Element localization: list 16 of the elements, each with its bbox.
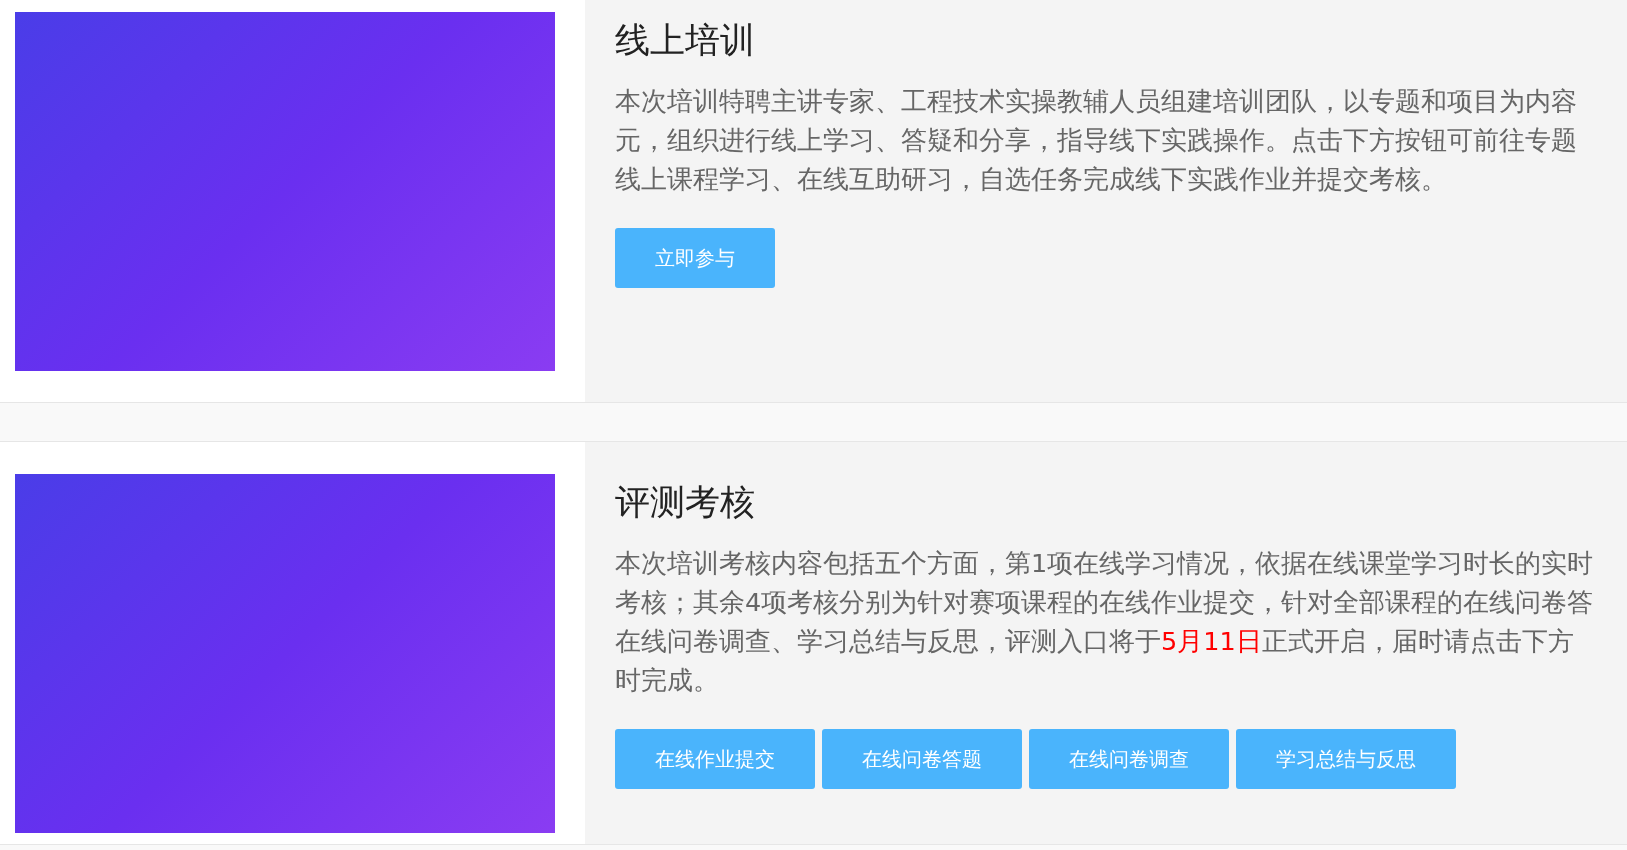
action-button[interactable]: 立即参与 [615,228,775,288]
description-text: 在线问卷调查、学习总结与反思，评测入口将于 [615,626,1161,656]
description-text: 线上课程学习、在线互助研习，自选任务完成线下实践作业并提交考核。 [615,164,1447,194]
description-text: 正式开启，届时请点击下方 [1261,626,1574,656]
action-button[interactable]: 在线作业提交 [615,729,815,789]
description-text: 本次培训考核内容包括五个方面，第1项在线学习情况，依据在线课堂学习时长的实时 [615,548,1594,578]
description-text: 考核；其余4项考核分别为针对赛项课程的在线作业提交，针对全部课程的在线问卷答 [615,587,1594,617]
description-text: 时完成。 [615,665,719,695]
description-text: 本次培训特聘主讲专家、工程技术实操教辅人员组建培训团队，以专题和项目为内容 [615,86,1577,116]
action-button[interactable]: 在线问卷答题 [822,729,1022,789]
section-title: 评测考核 [615,481,756,524]
action-button[interactable]: 在线问卷调查 [1029,729,1229,789]
description-text: 5月11日 [1161,626,1262,656]
action-button[interactable]: 学习总结与反思 [1236,729,1456,789]
description-text: 元，组织进行线上学习、答疑和分享，指导线下实践操作。点击下方按钮可前往专题 [615,125,1577,155]
section-title: 线上培训 [615,19,756,62]
